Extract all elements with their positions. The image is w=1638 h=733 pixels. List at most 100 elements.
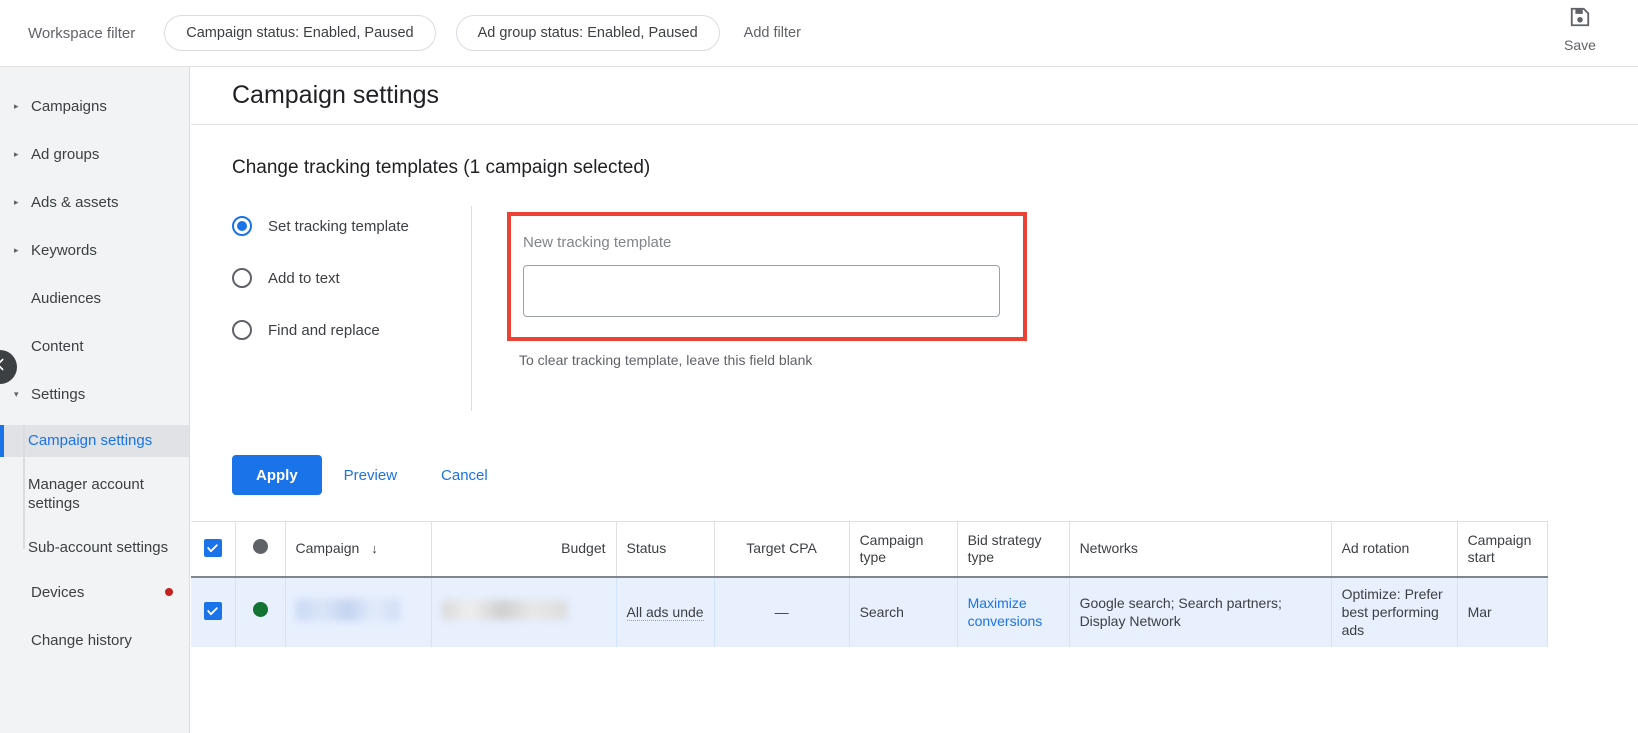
save-button[interactable]: Save bbox=[1548, 6, 1612, 53]
workspace-filter-bar: Workspace filter Campaign status: Enable… bbox=[0, 0, 1638, 67]
sidebar-item-label: Manager account settings bbox=[28, 475, 144, 513]
sidebar-item-keywords[interactable]: ▸ Keywords bbox=[0, 233, 189, 267]
cell-campaign-start: Mar bbox=[1457, 576, 1548, 647]
new-tracking-template-label: New tracking template bbox=[523, 234, 672, 251]
header-target-cpa[interactable]: Target CPA bbox=[714, 521, 850, 578]
chevron-left-icon bbox=[0, 356, 9, 378]
sidebar-item-content[interactable]: ▸ Content bbox=[0, 329, 189, 363]
tracking-template-panel: Change tracking templates (1 campaign se… bbox=[191, 125, 1638, 495]
tracking-mode-radio-group: Set tracking template Add to text Find a… bbox=[232, 206, 472, 411]
header-budget[interactable]: Budget bbox=[431, 521, 617, 578]
radio-icon[interactable] bbox=[232, 320, 252, 340]
preview-button[interactable]: Preview bbox=[322, 467, 419, 484]
status-dot-icon bbox=[252, 539, 268, 555]
sidebar-item-campaign-settings[interactable]: Campaign settings bbox=[0, 425, 189, 457]
redacted-campaign-name bbox=[295, 598, 400, 621]
radio-icon[interactable] bbox=[232, 268, 252, 288]
new-tracking-template-input[interactable] bbox=[523, 265, 1000, 317]
cell-ad-rotation: Optimize: Prefer best performing ads bbox=[1331, 576, 1458, 647]
apply-button[interactable]: Apply bbox=[232, 455, 322, 495]
row-select-checkbox-cell[interactable] bbox=[191, 576, 236, 647]
campaign-table: Campaign ↓ Budget Status Target CPA Camp… bbox=[191, 521, 1548, 647]
cancel-button[interactable]: Cancel bbox=[419, 467, 510, 484]
sidebar-item-sub-account-settings[interactable]: Sub-account settings bbox=[0, 532, 189, 564]
radio-option-find-and-replace[interactable]: Find and replace bbox=[232, 320, 471, 340]
cell-campaign-type: Search bbox=[849, 576, 958, 647]
sidebar-item-manager-account-settings[interactable]: Manager account settings bbox=[0, 469, 189, 520]
sidebar-item-label: Campaign settings bbox=[28, 432, 153, 449]
sidebar-item-ads-and-assets[interactable]: ▸ Ads & assets bbox=[0, 185, 189, 219]
chevron-right-icon: ▸ bbox=[14, 244, 19, 255]
bid-strategy-link[interactable]: Maximize conversions bbox=[968, 595, 1043, 629]
floppy-disk-icon bbox=[1569, 6, 1591, 33]
status-dot-enabled-icon bbox=[252, 602, 268, 618]
field-hint: To clear tracking template, leave this f… bbox=[519, 352, 813, 368]
action-buttons: Apply Preview Cancel bbox=[232, 455, 1638, 495]
table-row[interactable]: All ads unde — Search Maximize conversio… bbox=[191, 576, 1548, 647]
sidebar-item-label: Content bbox=[31, 337, 84, 355]
header-select-all[interactable] bbox=[191, 521, 236, 578]
sidebar-settings-subgroup: Campaign settings Manager account settin… bbox=[0, 425, 189, 563]
sidebar-item-label: Ads & assets bbox=[31, 193, 119, 211]
chevron-right-icon: ▸ bbox=[14, 196, 19, 207]
sidebar-item-settings[interactable]: ▾ Settings bbox=[0, 377, 189, 411]
cell-target-cpa: — bbox=[714, 576, 850, 647]
cell-bid-strategy-type[interactable]: Maximize conversions bbox=[957, 576, 1070, 647]
save-label: Save bbox=[1564, 37, 1596, 53]
sidebar-item-label: Ad groups bbox=[31, 145, 100, 163]
campaign-table-container: Campaign ↓ Budget Status Target CPA Camp… bbox=[191, 521, 1638, 647]
header-campaign-start[interactable]: Campaign start bbox=[1457, 521, 1548, 578]
table-header-row: Campaign ↓ Budget Status Target CPA Camp… bbox=[191, 521, 1548, 578]
sidebar-item-label: Campaigns bbox=[31, 97, 107, 115]
radio-icon-selected[interactable] bbox=[232, 216, 252, 236]
sidebar-item-ad-groups[interactable]: ▸ Ad groups bbox=[0, 137, 189, 171]
highlighted-field-region: New tracking template bbox=[507, 212, 1027, 341]
redacted-budget bbox=[441, 599, 568, 620]
sidebar-item-devices[interactable]: ▸ Devices bbox=[0, 575, 189, 609]
row-status-dot-cell bbox=[235, 576, 286, 647]
row-checkbox[interactable] bbox=[203, 602, 222, 621]
chevron-down-icon: ▾ bbox=[14, 388, 19, 399]
page-header: Campaign settings bbox=[191, 67, 1638, 125]
workspace-filter-label: Workspace filter bbox=[28, 24, 136, 42]
sidebar: ▸ Campaigns ▸ Ad groups ▸ Ads & assets ▸… bbox=[0, 67, 190, 733]
filter-chips: Campaign status: Enabled, Paused Ad grou… bbox=[164, 15, 805, 51]
header-status[interactable]: Status bbox=[616, 521, 715, 578]
filter-chip-campaign-status[interactable]: Campaign status: Enabled, Paused bbox=[164, 15, 436, 51]
sidebar-item-campaigns[interactable]: ▸ Campaigns bbox=[0, 89, 189, 123]
filter-chip-ad-group-status[interactable]: Ad group status: Enabled, Paused bbox=[455, 15, 720, 51]
cell-networks: Google search; Search partners; Display … bbox=[1069, 576, 1332, 647]
sidebar-item-audiences[interactable]: ▸ Audiences bbox=[0, 281, 189, 315]
panel-title: Change tracking templates (1 campaign se… bbox=[232, 157, 651, 178]
sidebar-item-label: Devices bbox=[31, 583, 85, 601]
sidebar-item-label: Keywords bbox=[31, 241, 97, 259]
chevron-right-icon: ▸ bbox=[14, 100, 19, 111]
status-text: All ads unde bbox=[626, 603, 704, 621]
header-ad-rotation[interactable]: Ad rotation bbox=[1331, 521, 1458, 578]
header-bid-strategy-type[interactable]: Bid strategy type bbox=[957, 521, 1070, 578]
radio-label: Set tracking template bbox=[268, 217, 409, 235]
select-all-checkbox[interactable] bbox=[203, 539, 222, 558]
header-label: Campaign bbox=[295, 540, 360, 557]
radio-option-add-to-text[interactable]: Add to text bbox=[232, 268, 471, 288]
add-filter-button[interactable]: Add filter bbox=[740, 19, 805, 47]
sidebar-item-label: Sub-account settings bbox=[28, 538, 169, 556]
header-campaign-type[interactable]: Campaign type bbox=[849, 521, 958, 578]
sidebar-item-label: Audiences bbox=[31, 289, 102, 307]
page-title: Campaign settings bbox=[232, 81, 440, 109]
radio-option-set-tracking-template[interactable]: Set tracking template bbox=[232, 216, 471, 236]
notification-dot-icon bbox=[165, 588, 173, 596]
chevron-right-icon: ▸ bbox=[14, 148, 19, 159]
app-root: Workspace filter Campaign status: Enable… bbox=[0, 0, 1638, 733]
tracking-template-editor: Set tracking template Add to text Find a… bbox=[232, 206, 1638, 411]
header-networks[interactable]: Networks bbox=[1069, 521, 1332, 578]
cell-budget[interactable] bbox=[431, 576, 617, 647]
radio-label: Add to text bbox=[268, 269, 340, 287]
main-content: Campaign settings Change tracking templa… bbox=[191, 67, 1638, 733]
cell-status: All ads unde bbox=[616, 576, 715, 647]
sidebar-item-change-history[interactable]: ▸ Change history bbox=[0, 623, 189, 657]
tracking-template-field-column: New tracking template To clear tracking … bbox=[472, 206, 1027, 411]
sidebar-item-label: Change history bbox=[31, 631, 132, 649]
header-campaign[interactable]: Campaign ↓ bbox=[285, 521, 432, 578]
cell-campaign[interactable] bbox=[285, 576, 432, 647]
